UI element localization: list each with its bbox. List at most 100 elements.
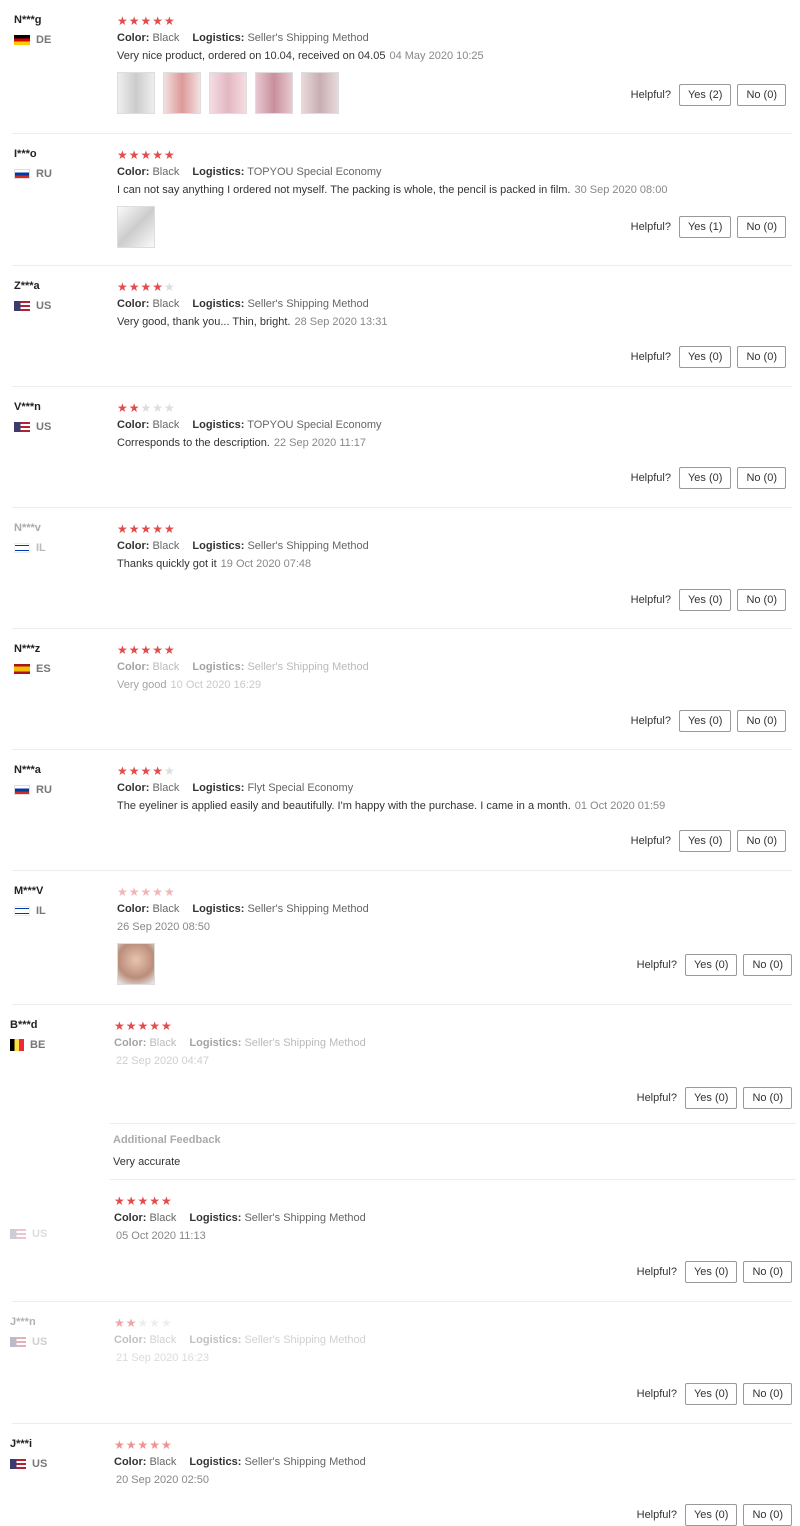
review-text-line: 26 Sep 2020 08:50 — [117, 921, 677, 933]
helpful-bar: Helpful? Yes (0) No (0) — [637, 1087, 792, 1109]
star-rating: ★★★★★ — [114, 1316, 674, 1330]
reviewer-country: DE — [14, 34, 104, 46]
star-icon: ★★ — [114, 1316, 138, 1330]
yes-button[interactable]: Yes (0) — [684, 1087, 738, 1109]
logistics-value: Seller's Shipping Method — [247, 540, 369, 552]
star-rating: ★★★★★ — [114, 1194, 674, 1208]
reviewer-name: N***g — [14, 14, 42, 26]
helpful-bar: Helpful? Yes (0) No (0) — [631, 346, 786, 368]
reviewer-country: IL — [14, 542, 104, 554]
logistics-label: Logistics: — [189, 1456, 242, 1468]
reviewer-country: RU — [14, 784, 104, 796]
reviewer-name: B***d — [10, 1019, 38, 1031]
review-meta: Color: Black Logistics: Seller's Shippin… — [114, 1334, 674, 1346]
logistics-label: Logistics: — [192, 419, 245, 431]
no-button[interactable]: No (0) — [737, 710, 786, 732]
helpful-label: Helpful? — [636, 1266, 677, 1278]
country-code: DE — [36, 34, 52, 46]
yes-button[interactable]: Yes (0) — [684, 1504, 738, 1526]
yes-button[interactable]: Yes (0) — [678, 467, 732, 489]
star-icon: ★★★★★ — [117, 885, 176, 899]
review-photo[interactable] — [117, 72, 155, 114]
review-content: ★★★★★ Color: Black Logistics: Seller's S… — [114, 1194, 674, 1242]
yes-button[interactable]: Yes (0) — [678, 589, 732, 611]
logistics-label: Logistics: — [189, 1334, 242, 1346]
review-content: ★★★★★ Color: Black Logistics: TOPYOU Spe… — [117, 401, 677, 449]
logistics-value: Seller's Shipping Method — [244, 1037, 366, 1049]
no-button[interactable]: No (0) — [737, 467, 786, 489]
yes-button[interactable]: Yes (2) — [678, 84, 732, 106]
review-date: 28 Sep 2020 13:31 — [294, 316, 388, 328]
review-photo[interactable] — [209, 72, 247, 114]
star-icon: ★★★★★ — [117, 14, 176, 28]
country-code: BE — [30, 1039, 46, 1051]
helpful-label: Helpful? — [630, 594, 671, 606]
review-text-line: 21 Sep 2020 16:23 — [114, 1352, 674, 1364]
no-button[interactable]: No (0) — [743, 1261, 792, 1283]
color-label: Color: — [117, 419, 150, 431]
review-photo[interactable] — [255, 72, 293, 114]
reviewer-info: N***v IL — [14, 522, 104, 554]
country-code: US — [36, 300, 52, 312]
helpful-bar: Helpful? Yes (1) No (0) — [631, 216, 786, 238]
review-item: US ★★★★★ Color: Black Logistics: Seller'… — [0, 1180, 800, 1302]
review-item: N***g DE ★★★★★ Color: Black Logistics: S… — [0, 0, 800, 134]
review-meta: Color: Black Logistics: Seller's Shippin… — [117, 540, 677, 552]
review-photo[interactable] — [117, 206, 155, 248]
reviewer-info: B***d BE — [10, 1019, 100, 1051]
star-icon: ★★★★★ — [114, 1194, 173, 1208]
yes-button[interactable]: Yes (0) — [678, 830, 732, 852]
star-rating: ★★★★★ — [117, 401, 677, 415]
yes-button[interactable]: Yes (1) — [678, 216, 732, 238]
reviewer-info: V***n US — [14, 401, 104, 433]
review-text: I can not say anything I ordered not mys… — [117, 184, 571, 196]
review-meta: Color: Black Logistics: Flyt Special Eco… — [117, 782, 677, 794]
logistics-label: Logistics: — [189, 1037, 242, 1049]
star-rating: ★★★★★ — [117, 148, 677, 162]
no-button[interactable]: No (0) — [743, 1383, 792, 1405]
helpful-label: Helpful? — [630, 221, 671, 233]
review-content: ★★★★★ Color: Black Logistics: Seller's S… — [117, 14, 677, 114]
no-button[interactable]: No (0) — [737, 589, 786, 611]
review-date: 10 Oct 2020 16:29 — [170, 679, 262, 691]
flag-icon — [10, 1229, 26, 1239]
country-code: RU — [36, 168, 52, 180]
review-meta: Color: Black Logistics: Seller's Shippin… — [114, 1037, 674, 1049]
no-button[interactable]: No (0) — [743, 1504, 792, 1526]
no-button[interactable]: No (0) — [737, 830, 786, 852]
no-button[interactable]: No (0) — [737, 216, 786, 238]
color-label: Color: — [114, 1212, 147, 1224]
logistics-label: Logistics: — [192, 903, 245, 915]
review-photos — [117, 206, 677, 248]
additional-feedback: Additional Feedback Very accurate — [113, 1134, 763, 1168]
review-date: 19 Oct 2020 07:48 — [220, 558, 312, 570]
logistics-value: Seller's Shipping Method — [244, 1334, 366, 1346]
helpful-label: Helpful? — [630, 351, 671, 363]
no-button[interactable]: No (0) — [737, 346, 786, 368]
review-photo[interactable] — [163, 72, 201, 114]
no-button[interactable]: No (0) — [743, 954, 792, 976]
reviewer-info: US — [10, 1194, 100, 1240]
helpful-bar: Helpful? Yes (0) No (0) — [637, 954, 792, 976]
yes-button[interactable]: Yes (0) — [678, 710, 732, 732]
helpful-label: Helpful? — [630, 89, 671, 101]
yes-button[interactable]: Yes (0) — [678, 346, 732, 368]
review-meta: Color: Black Logistics: Seller's Shippin… — [117, 661, 677, 673]
flag-icon — [10, 1039, 24, 1051]
color-label: Color: — [117, 540, 150, 552]
review-date: 22 Sep 2020 11:17 — [273, 437, 367, 449]
review-photo[interactable] — [301, 72, 339, 114]
review-photo[interactable] — [117, 943, 155, 985]
yes-button[interactable]: Yes (0) — [684, 954, 738, 976]
no-button[interactable]: No (0) — [737, 84, 786, 106]
color-value: Black — [152, 298, 180, 310]
yes-button[interactable]: Yes (0) — [684, 1383, 738, 1405]
color-value: Black — [149, 1334, 177, 1346]
star-rating: ★★★★★ — [114, 1438, 674, 1452]
yes-button[interactable]: Yes (0) — [684, 1261, 738, 1283]
logistics-value: Seller's Shipping Method — [244, 1212, 366, 1224]
color-value: Black — [149, 1037, 177, 1049]
reviewer-country: IL — [14, 905, 104, 917]
reviewer-name: Z***a — [14, 280, 40, 292]
no-button[interactable]: No (0) — [743, 1087, 792, 1109]
